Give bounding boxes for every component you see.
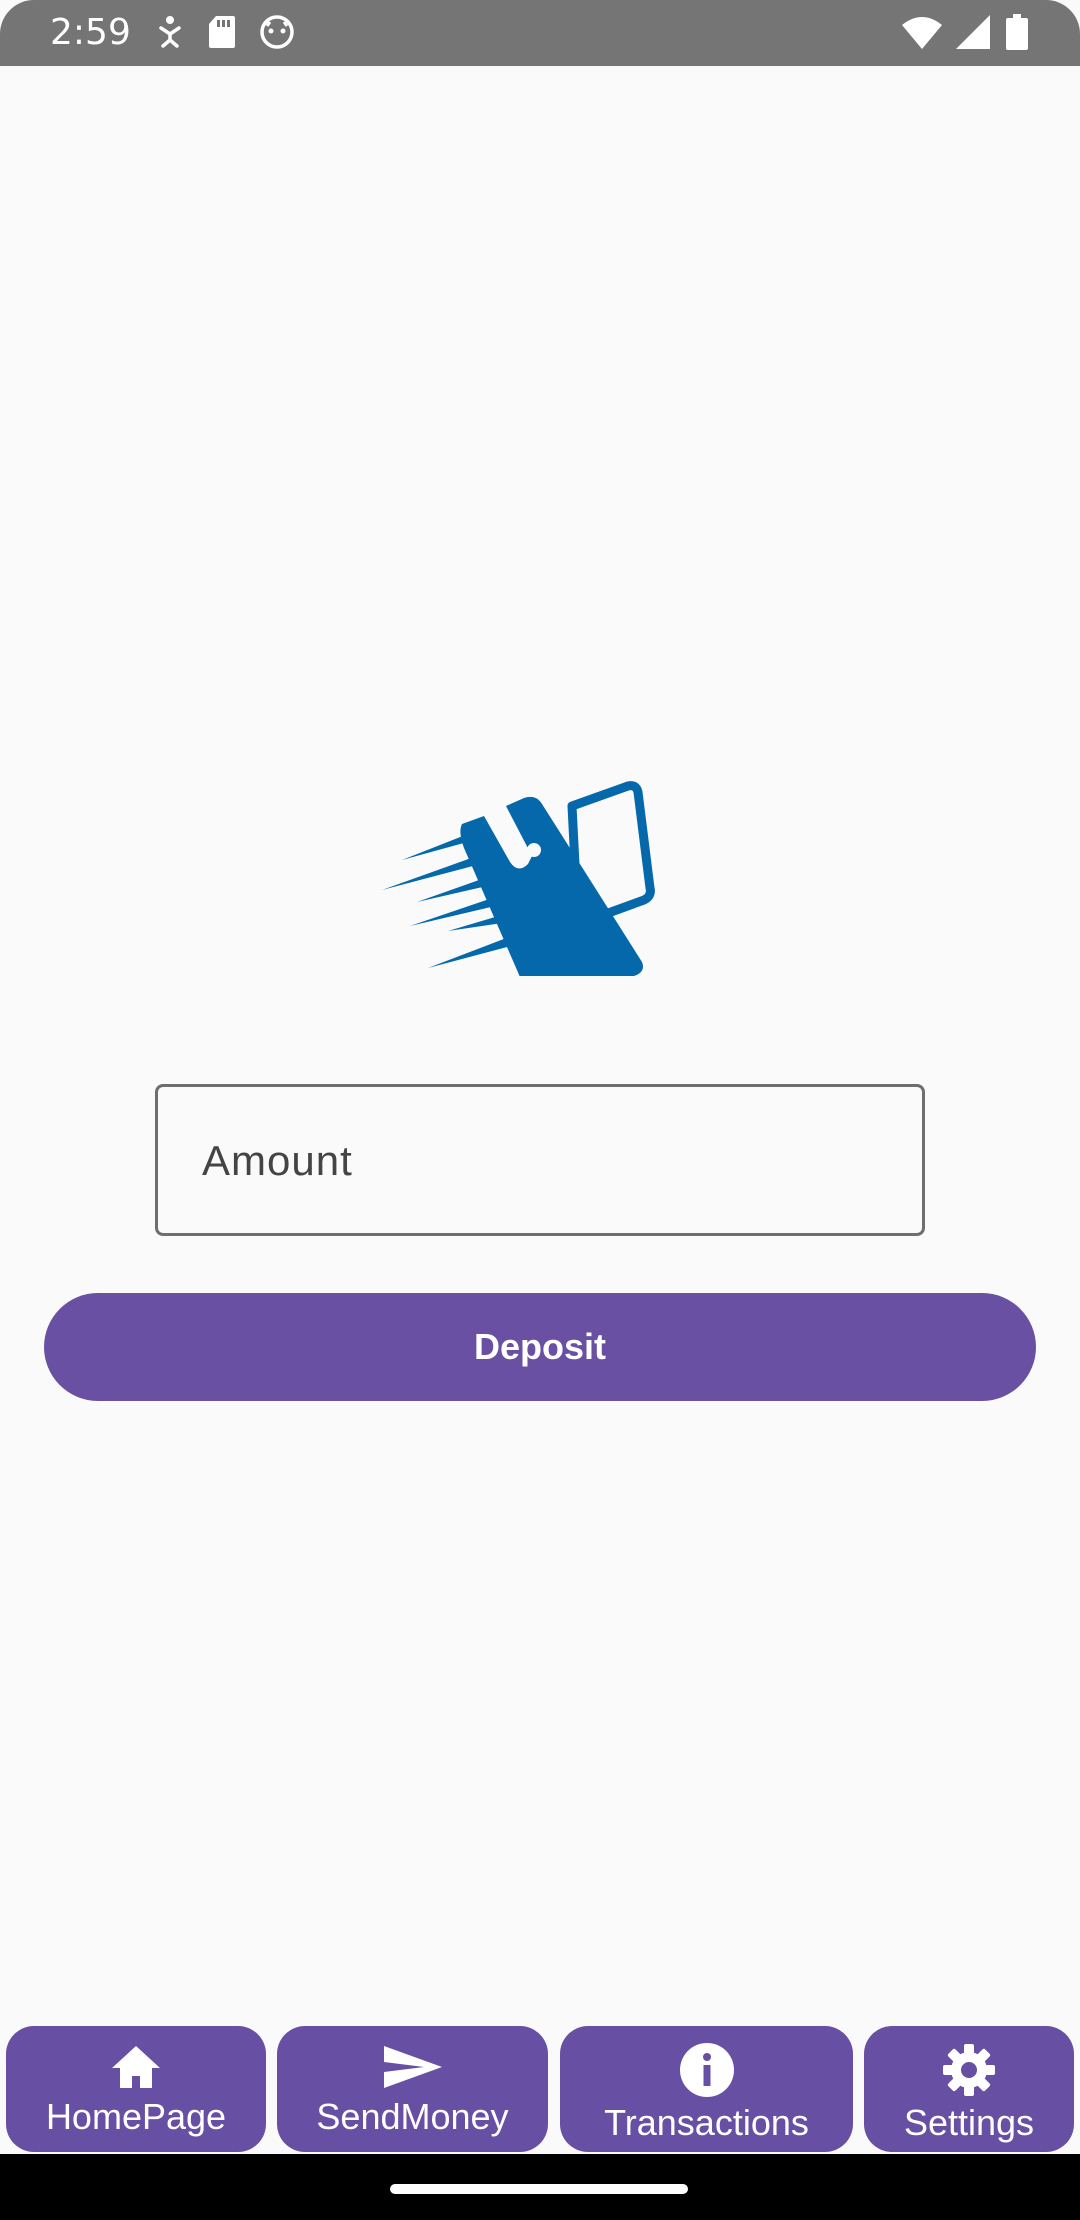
accessibility-icon — [159, 16, 181, 48]
status-time: 2:59 — [50, 12, 131, 53]
send-icon — [383, 2046, 442, 2088]
gesture-handle[interactable] — [390, 2184, 688, 2194]
bottom-nav: HomePage SendMoney Transactions Settings — [0, 2024, 1080, 2154]
sd-card-icon — [209, 16, 235, 48]
gear-icon — [943, 2044, 995, 2096]
nav-item-label: Transactions — [604, 2102, 809, 2143]
battery-icon — [1006, 14, 1028, 50]
wallet-icon — [382, 781, 655, 976]
amount-field[interactable]: Amount — [155, 1084, 925, 1236]
android-icon — [260, 15, 294, 49]
deposit-button[interactable]: Deposit — [44, 1293, 1036, 1401]
amount-field-label: Amount — [202, 1137, 353, 1184]
nav-item-transactions[interactable]: Transactions — [560, 2026, 853, 2152]
wifi-icon — [902, 17, 942, 49]
info-icon — [679, 2043, 734, 2097]
main-content: Amount Deposit — [0, 66, 1080, 2154]
nav-item-homepage[interactable]: HomePage — [6, 2026, 266, 2152]
status-icons-left — [155, 14, 295, 50]
nav-item-label: HomePage — [45, 2096, 227, 2137]
nav-item-settings[interactable]: Settings — [864, 2026, 1074, 2152]
status-bar: 2:59 — [0, 0, 1080, 66]
gesture-bar — [0, 2154, 1080, 2220]
nav-item-sendmoney[interactable]: SendMoney — [277, 2026, 548, 2152]
nav-item-label: Settings — [903, 2102, 1035, 2143]
home-icon — [112, 2046, 160, 2088]
nav-item-label: SendMoney — [316, 2096, 509, 2137]
status-icons-right — [902, 14, 1028, 50]
signal-icon — [956, 15, 990, 49]
